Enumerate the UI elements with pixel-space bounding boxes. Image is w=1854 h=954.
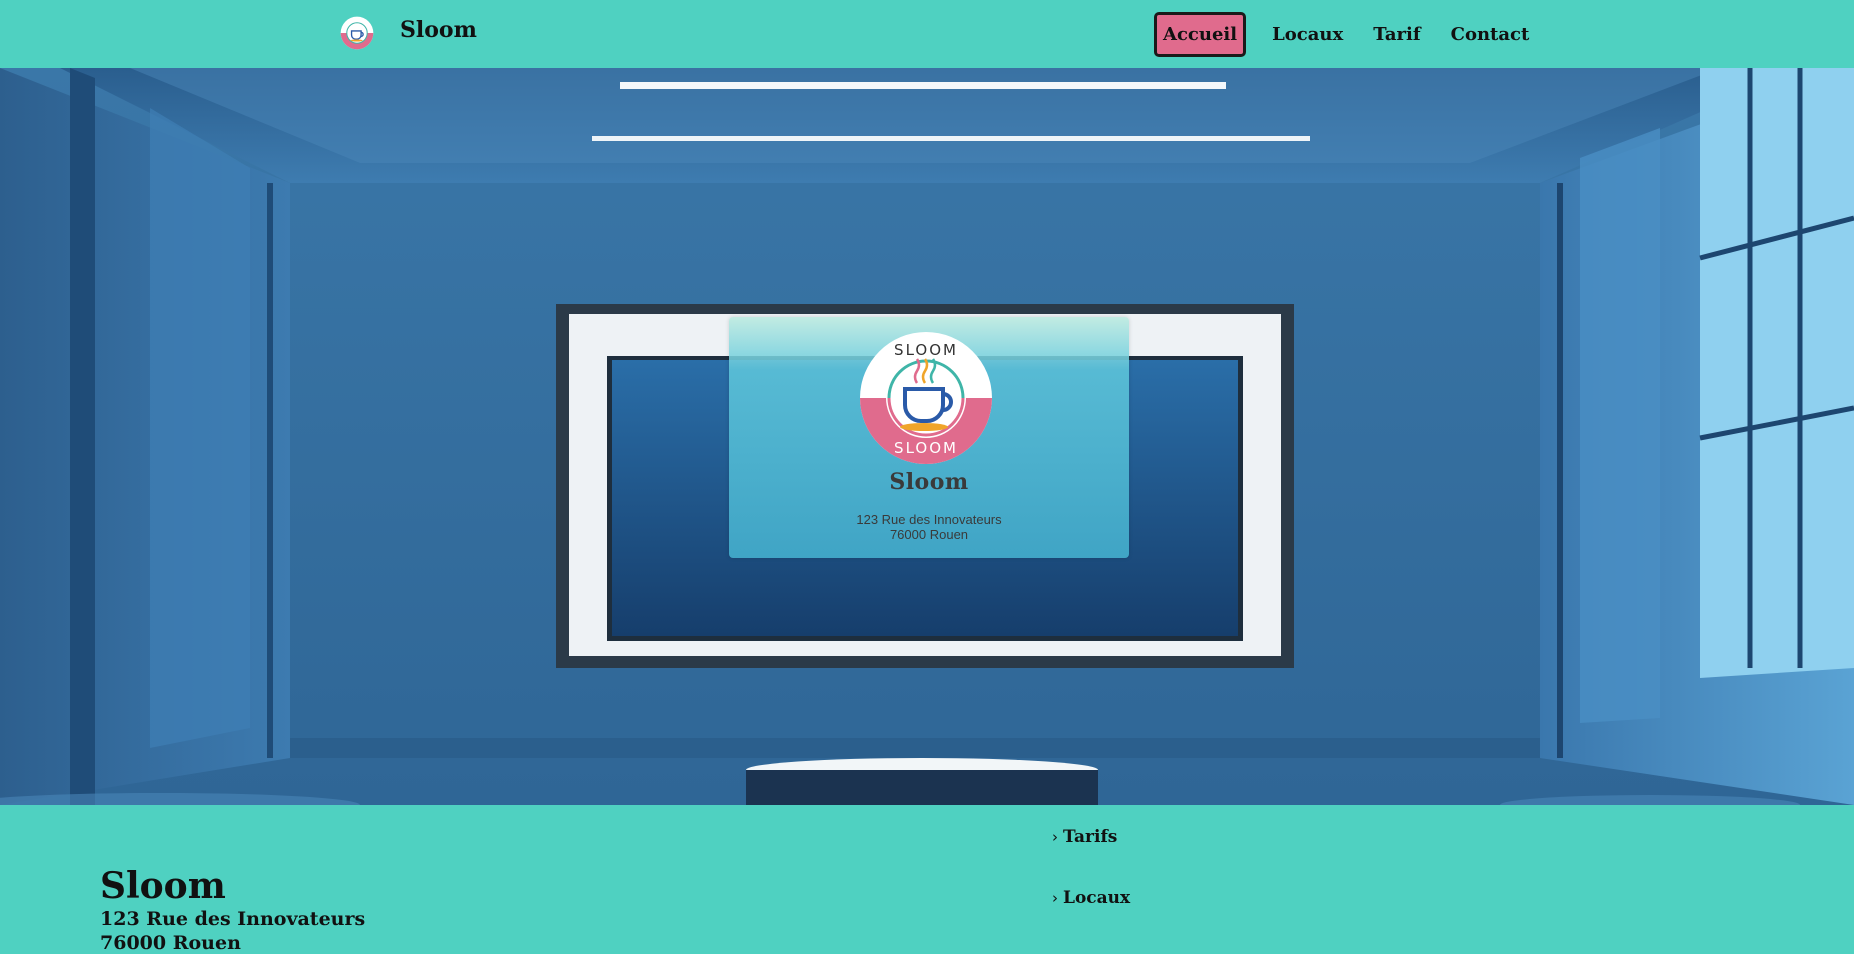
main-nav: Accueil Locaux Tarif Contact xyxy=(1154,11,1559,57)
footer: Sloom 123 Rue des Innovateurs 76000 Roue… xyxy=(0,805,1854,954)
footer-brand-name: Sloom xyxy=(100,865,226,907)
footer-link-label: Locaux xyxy=(1063,888,1131,908)
navbar: Sloom Accueil Locaux Tarif Contact xyxy=(0,0,1854,68)
footer-link-locaux[interactable]: › Locaux xyxy=(1052,888,1130,908)
brand-name[interactable]: Sloom xyxy=(400,17,477,43)
card-address-line2: 76000 Rouen xyxy=(889,527,969,542)
hero-card: SLOOM SLOOM Sloom 123 Rue des Innovateur… xyxy=(729,317,1129,558)
chevron-right-icon: › xyxy=(1052,828,1058,846)
card-address-line1: 123 Rue des Innovateurs xyxy=(856,512,1002,527)
nav-item-contact[interactable]: Contact xyxy=(1451,24,1530,45)
nav-item-accueil[interactable]: Accueil xyxy=(1154,11,1247,57)
chevron-right-icon: › xyxy=(1052,889,1058,907)
coffee-cup-logo-icon: SLOOM SLOOM xyxy=(860,332,992,464)
footer-link-label: Tarifs xyxy=(1063,827,1118,847)
nav-item-locaux[interactable]: Locaux xyxy=(1272,24,1343,45)
hero-section: SLOOM SLOOM Sloom 123 Rue des Innovateur… xyxy=(0,68,1854,805)
coffee-cup-logo-icon[interactable] xyxy=(340,16,374,50)
card-title: Sloom xyxy=(889,469,969,495)
footer-address-line1: 123 Rue des Innovateurs xyxy=(100,908,366,930)
logo-text-bottom: SLOOM xyxy=(894,439,958,457)
logo-text-top: SLOOM xyxy=(894,341,958,359)
card-address: 123 Rue des Innovateurs 76000 Rouen xyxy=(729,512,1129,542)
footer-link-tarifs[interactable]: › Tarifs xyxy=(1052,827,1117,847)
nav-item-tarif[interactable]: Tarif xyxy=(1373,24,1420,45)
